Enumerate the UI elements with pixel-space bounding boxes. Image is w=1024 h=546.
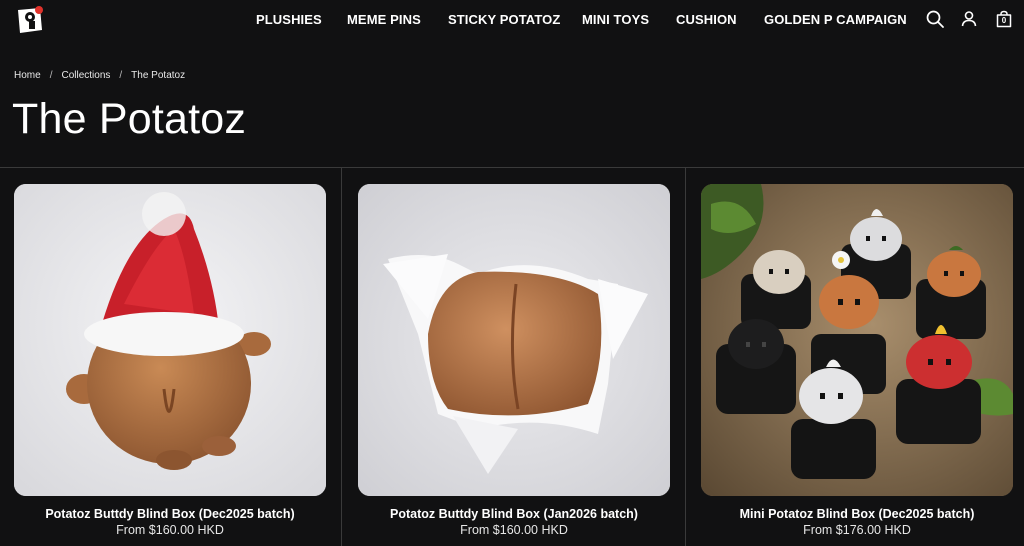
breadcrumb-collections[interactable]: Collections [61,70,110,81]
product-card[interactable]: Potatoz Buttdy Blind Box (Dec2025 batch)… [14,184,326,537]
cart-count: 0 [1001,16,1007,25]
nav-item-sticky-potatoz[interactable]: STICKY POTATOZ [448,12,560,27]
product-image[interactable] [358,184,670,496]
breadcrumb-separator: / [119,70,123,81]
grid-divider [685,168,686,546]
product-price: From $160.00 HKD [116,523,224,537]
product-title[interactable]: Potatoz Buttdy Blind Box (Jan2026 batch) [358,507,670,521]
nav-item-mini-toys[interactable]: MINI TOYS [582,12,649,27]
nav-item-plushies[interactable]: PLUSHIES [256,12,322,27]
search-icon[interactable] [925,9,945,29]
account-icon[interactable] [959,9,979,29]
product-card[interactable]: Mini Potatoz Blind Box (Dec2025 batch) F… [701,184,1013,537]
section-divider [0,167,1024,168]
product-price: From $160.00 HKD [460,523,568,537]
nav-item-cushion[interactable]: CUSHION [676,12,737,27]
product-card[interactable]: Potatoz Buttdy Blind Box (Jan2026 batch)… [358,184,670,537]
site-header: PLUSHIES MEME PINS STICKY POTATOZ MINI T… [0,0,1024,46]
product-title[interactable]: Potatoz Buttdy Blind Box (Dec2025 batch) [14,507,326,521]
product-image[interactable] [701,184,1013,496]
breadcrumb-separator: / [49,70,53,81]
product-price: From $176.00 HKD [803,523,911,537]
product-image[interactable] [14,184,326,496]
nav-item-golden-p-campaign[interactable]: GOLDEN P CAMPAIGN [764,12,907,27]
breadcrumb-home[interactable]: Home [14,70,41,81]
page-title: The Potatoz [12,95,247,143]
grid-divider [341,168,342,546]
breadcrumb-current: The Potatoz [131,70,186,81]
breadcrumb: Home / Collections / The Potatoz [14,70,185,81]
nav-item-meme-pins[interactable]: MEME PINS [347,12,421,27]
cart-icon[interactable]: 0 [994,9,1014,29]
brand-logo[interactable] [14,4,46,36]
product-title[interactable]: Mini Potatoz Blind Box (Dec2025 batch) [701,507,1013,521]
